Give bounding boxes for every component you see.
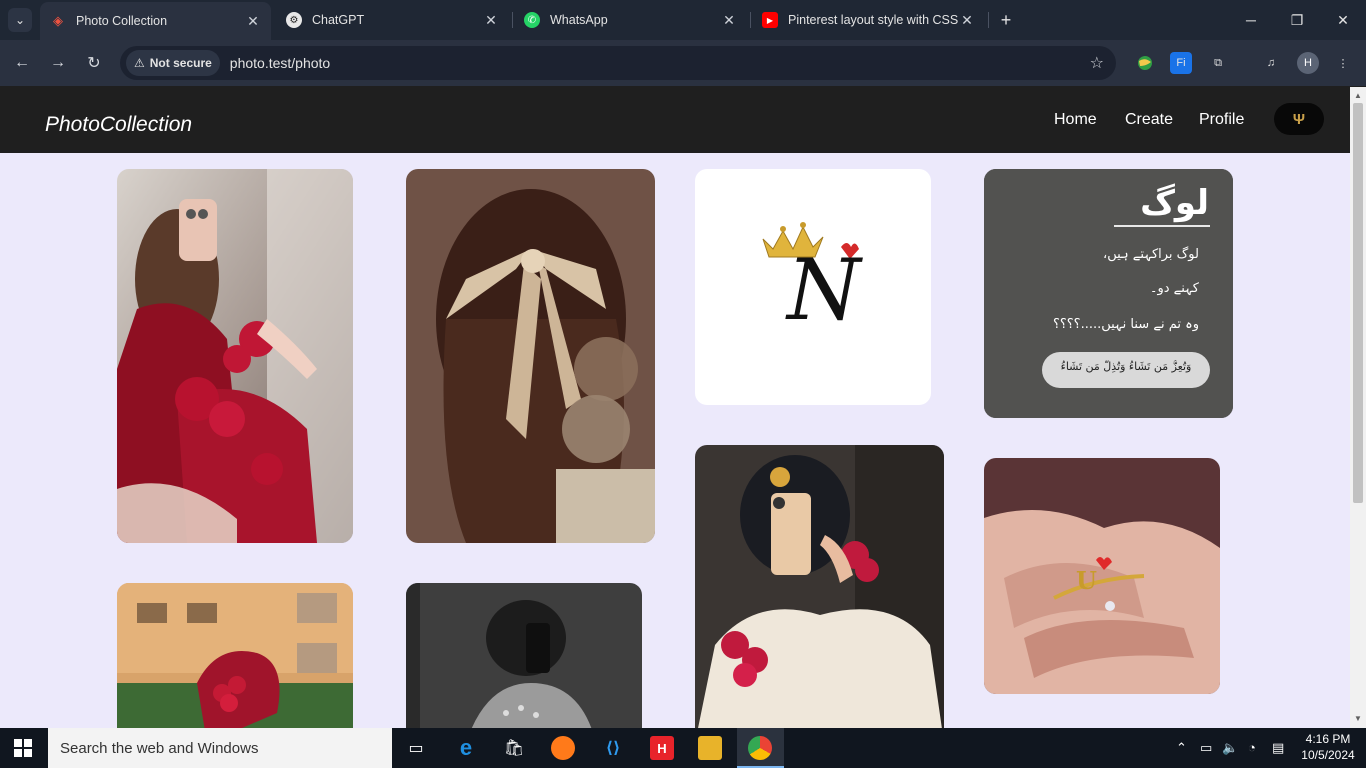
quote-title: لوگ xyxy=(1140,183,1209,223)
windows-taskbar: Search the web and Windows ▭ e 🛍 ⟨⟩ H ⌃ … xyxy=(0,728,1366,768)
browser-toolbar: ← → ↻ ⚠ Not secure photo.test/photo ☆ Fi… xyxy=(0,40,1366,86)
tab-photo-collection[interactable]: ◈ Photo Collection ✕ xyxy=(40,2,271,40)
photo-image xyxy=(695,445,944,728)
url-text[interactable]: photo.test/photo xyxy=(230,55,330,71)
photo-card-monogram[interactable]: N xyxy=(695,169,931,405)
close-icon[interactable]: ✕ xyxy=(959,12,975,28)
address-bar[interactable]: ⚠ Not secure photo.test/photo ☆ xyxy=(120,46,1116,80)
page-scrollbar[interactable]: ▲ ▼ xyxy=(1350,87,1366,728)
photo-image xyxy=(406,583,642,728)
minimize-button[interactable]: ─ xyxy=(1228,0,1274,40)
chrome-icon[interactable] xyxy=(748,736,772,760)
extension-fi-icon[interactable]: Fi xyxy=(1170,52,1192,74)
site-navbar: PhotoCollection Home Create Profile Ψ xyxy=(0,87,1350,153)
nav-create-link[interactable]: Create xyxy=(1125,111,1173,129)
close-window-button[interactable]: ✕ xyxy=(1320,0,1366,40)
ring-letter: U xyxy=(1076,566,1097,595)
close-icon[interactable]: ✕ xyxy=(483,12,499,28)
new-tab-button[interactable]: + xyxy=(996,10,1016,30)
photo-card-roses[interactable] xyxy=(117,583,353,728)
extensions-puzzle-icon[interactable]: ⧉ xyxy=(1207,52,1229,74)
warning-icon: ⚠ xyxy=(134,56,145,70)
firefox-icon[interactable] xyxy=(551,736,575,760)
media-control-icon[interactable]: ♫ xyxy=(1260,52,1282,74)
back-button[interactable]: ← xyxy=(10,51,34,75)
quote-verse: وَتُعِزُّ مَن تَشَاءُ وَتُذِلُّ مَن تَشَ… xyxy=(1060,360,1192,373)
edge-icon[interactable]: e xyxy=(454,735,478,760)
reload-icon: ↻ xyxy=(87,55,101,72)
browser-profile-avatar[interactable]: H xyxy=(1297,52,1319,74)
restore-button[interactable]: ❐ xyxy=(1274,0,1320,40)
tab-search-button[interactable]: ⌄ xyxy=(8,8,32,32)
file-explorer-icon[interactable] xyxy=(698,736,722,760)
tab-chatgpt[interactable]: ⚙ ChatGPT ✕ xyxy=(276,4,509,36)
photo-card-ring[interactable]: U xyxy=(984,458,1220,694)
nav-profile-link[interactable]: Profile xyxy=(1199,111,1244,129)
photo-image xyxy=(117,169,353,543)
laravel-icon: ◈ xyxy=(53,13,63,28)
browser-tab-strip: ⌄ ◈ Photo Collection ✕ ⚙ ChatGPT ✕ ✆ Wha… xyxy=(0,0,1366,40)
tab-separator xyxy=(988,12,989,28)
tab-separator xyxy=(512,12,513,28)
tab-whatsapp[interactable]: ✆ WhatsApp ✕ xyxy=(514,4,747,36)
herd-icon[interactable]: H xyxy=(650,736,674,760)
photo-card-hair-bow[interactable] xyxy=(406,169,655,543)
task-view-icon[interactable]: ▭ xyxy=(404,736,428,760)
close-icon[interactable]: ✕ xyxy=(245,13,261,29)
extension-globe-icon[interactable] xyxy=(1134,52,1156,74)
vscode-icon[interactable]: ⟨⟩ xyxy=(601,736,625,760)
chevron-down-icon: ⌄ xyxy=(14,13,26,27)
quote-line-1: لوگ براکہتے ہیں، xyxy=(1103,247,1199,262)
battery-icon[interactable]: ▭ xyxy=(1200,740,1212,756)
quote-line-3: وہ تم نے سنا نہیں.....؟؟؟؟ xyxy=(1052,317,1199,332)
taskbar-clock[interactable]: 4:16 PM 10/5/2024 xyxy=(1297,731,1359,763)
volume-icon[interactable]: 🔈 xyxy=(1222,740,1238,756)
photo-card-grayscale-selfie[interactable] xyxy=(406,583,642,728)
brand-logo[interactable]: PhotoCollection xyxy=(45,113,192,137)
photo-image xyxy=(117,583,353,728)
start-button[interactable] xyxy=(14,739,32,757)
nav-home-link[interactable]: Home xyxy=(1054,111,1097,129)
browser-menu-icon[interactable]: ⋮ xyxy=(1332,52,1354,74)
arrow-left-icon: ← xyxy=(14,54,30,71)
tab-separator xyxy=(750,12,751,28)
chatgpt-icon: ⚙ xyxy=(286,12,302,28)
taskbar-search-box[interactable]: Search the web and Windows xyxy=(48,728,392,768)
reload-button[interactable]: ↻ xyxy=(82,51,106,75)
close-icon[interactable]: ✕ xyxy=(721,12,737,28)
clock-time: 4:16 PM xyxy=(1305,732,1351,746)
quote-line-2: کہنے دو۔ xyxy=(1149,281,1199,296)
page-viewport: PhotoCollection Home Create Profile Ψ N … xyxy=(0,87,1350,728)
clock-date: 10/5/2024 xyxy=(1301,748,1355,762)
arrow-right-icon: → xyxy=(50,54,66,71)
whatsapp-icon: ✆ xyxy=(524,12,540,28)
scrollbar-thumb[interactable] xyxy=(1353,103,1363,503)
notifications-icon[interactable]: ▤ xyxy=(1272,740,1284,756)
monogram-letter: N xyxy=(787,241,861,339)
user-avatar[interactable]: Ψ xyxy=(1274,103,1324,135)
photo-card-white-dress[interactable] xyxy=(695,445,944,728)
photo-image xyxy=(406,169,655,543)
youtube-icon: ▶ xyxy=(762,12,778,28)
site-info-button[interactable]: ⚠ Not secure xyxy=(126,50,220,76)
tab-youtube-pinterest[interactable]: ▶ Pinterest layout style with CSS | ✕ xyxy=(752,4,985,36)
photo-card-red-dress[interactable] xyxy=(117,169,353,543)
photo-card-urdu-quote[interactable]: لوگ لوگ براکہتے ہیں، کہنے دو۔ وہ تم نے س… xyxy=(984,169,1233,418)
wifi-icon[interactable]: ◔ xyxy=(1248,740,1256,755)
forward-button[interactable]: → xyxy=(46,51,70,75)
store-icon[interactable]: 🛍 xyxy=(502,736,526,760)
scroll-down-arrow-icon[interactable]: ▼ xyxy=(1354,714,1362,723)
chevron-up-icon[interactable]: ⌃ xyxy=(1176,740,1187,756)
scroll-up-arrow-icon[interactable]: ▲ xyxy=(1354,91,1362,100)
photo-image xyxy=(984,458,1220,694)
bookmark-star-icon[interactable]: ☆ xyxy=(1090,53,1104,73)
